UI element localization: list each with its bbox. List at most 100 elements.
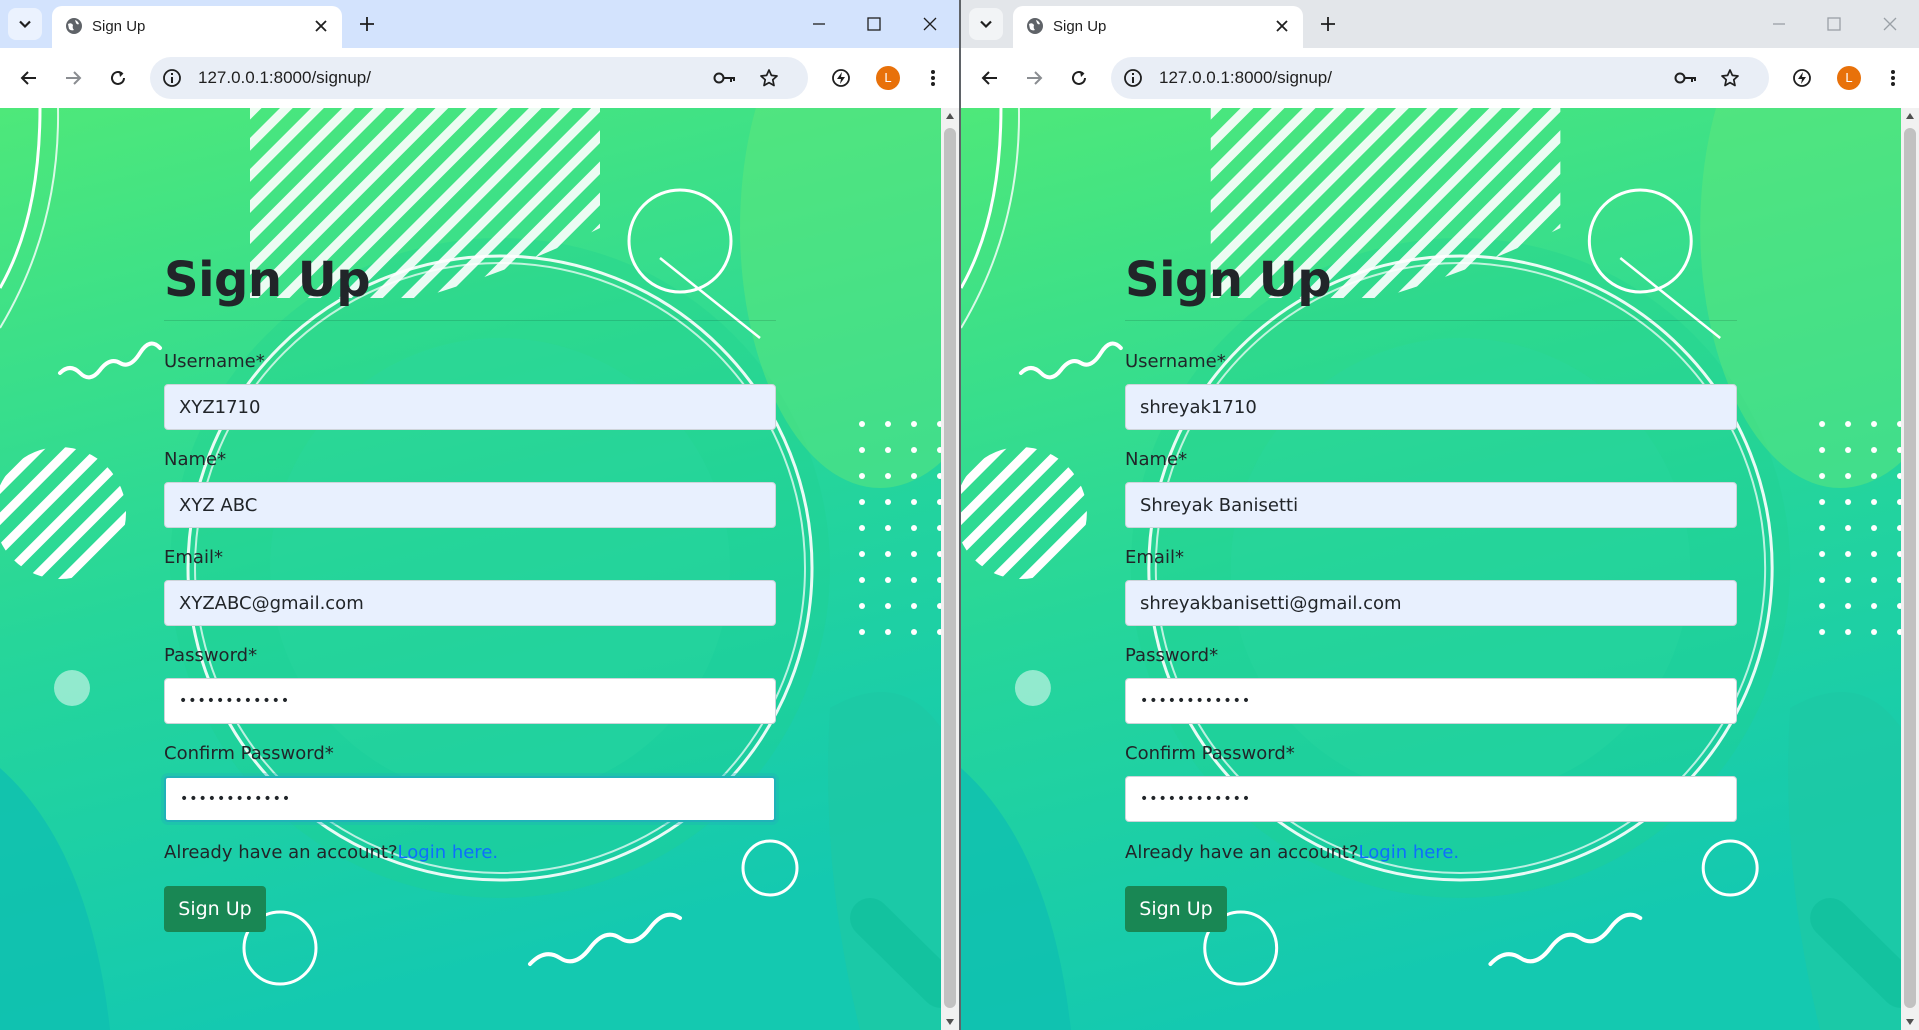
performance-button[interactable] [826,63,856,93]
back-arrow-icon [981,71,997,85]
close-icon [1276,20,1288,32]
minimize-button[interactable] [805,10,833,38]
password-manager-button[interactable] [1673,66,1699,90]
minimize-icon [813,23,825,25]
close-icon [315,20,327,32]
sign-up-button[interactable]: Sign Up [164,886,266,932]
password-input[interactable] [1125,678,1737,724]
username-label: Username* [164,351,265,372]
password-manager-button[interactable] [712,66,738,90]
close-window-button[interactable] [916,10,944,38]
close-window-button[interactable] [1876,10,1904,38]
password-key-icon [713,72,735,84]
login-prompt-text: Already have an account? [164,842,398,863]
password-input[interactable] [164,678,776,724]
kebab-menu-icon [1891,70,1895,86]
performance-icon [1793,69,1811,87]
email-input[interactable] [164,580,776,626]
tab-search-button[interactable] [8,8,42,40]
email-input[interactable] [1125,580,1737,626]
name-input[interactable] [164,482,776,528]
forward-button[interactable] [58,63,88,93]
tab-strip: Sign Up [0,0,959,48]
login-link[interactable]: Login here. [398,842,499,863]
new-tab-button[interactable] [1316,12,1340,36]
back-button[interactable] [14,63,44,93]
back-button[interactable] [975,63,1005,93]
browser-window-left: Sign Up 127.0.0.1:8000/signup/ L Sign Up… [0,0,959,1030]
address-bar[interactable]: 127.0.0.1:8000/signup/ [1111,57,1769,99]
site-info-icon[interactable] [162,68,182,88]
login-prompt: Already have an account?Login here. [164,840,776,866]
bookmark-button[interactable] [756,66,782,90]
reload-button[interactable] [1064,63,1094,93]
tab-strip: Sign Up [961,0,1919,48]
login-link[interactable]: Login here. [1359,842,1460,863]
signup-form: Sign Up Username* Name* Email* Password*… [1125,248,1737,932]
minimize-icon [1773,23,1785,25]
tab-sign-up[interactable]: Sign Up [52,6,342,48]
page-scrollbar[interactable] [1901,108,1919,1030]
plus-icon [360,17,374,31]
url-text: 127.0.0.1:8000/signup/ [198,68,371,87]
tab-close-button[interactable] [310,15,332,37]
maximize-icon [1827,17,1841,31]
password-key-icon [1674,72,1696,84]
username-input[interactable] [164,384,776,430]
scroll-thumb[interactable] [944,128,956,1008]
forward-arrow-icon [66,71,82,85]
new-tab-button[interactable] [355,12,379,36]
reload-icon [1072,70,1086,85]
username-input[interactable] [1125,384,1737,430]
scroll-down-arrow[interactable] [946,1019,954,1025]
scroll-thumb[interactable] [1904,128,1916,1008]
close-icon [923,17,937,31]
tab-sign-up[interactable]: Sign Up [1013,6,1303,48]
name-input[interactable] [1125,482,1737,528]
scroll-down-arrow[interactable] [1906,1019,1914,1025]
page-title: Sign Up [1125,252,1332,308]
tab-close-button[interactable] [1271,15,1293,37]
globe-favicon-icon [1027,18,1043,34]
scroll-up-arrow[interactable] [1906,113,1914,119]
confirm-password-input[interactable] [1125,776,1737,822]
scroll-up-arrow[interactable] [946,113,954,119]
reload-button[interactable] [103,63,133,93]
signup-form: Sign Up Username* Name* Email* Password*… [164,248,776,932]
maximize-button[interactable] [1820,10,1848,38]
site-info-icon[interactable] [1123,68,1143,88]
maximize-button[interactable] [860,10,888,38]
email-label: Email* [164,547,223,568]
confirm-password-input[interactable] [164,776,776,822]
minimize-button[interactable] [1765,10,1793,38]
performance-button[interactable] [1787,63,1817,93]
performance-icon [832,69,850,87]
page-scrollbar[interactable] [941,108,959,1030]
sign-up-button[interactable]: Sign Up [1125,886,1227,932]
confirm-password-label: Confirm Password* [164,743,334,764]
browser-menu-button[interactable] [1878,63,1908,93]
email-label: Email* [1125,547,1184,568]
password-label: Password* [1125,645,1219,666]
name-label: Name* [164,449,227,470]
bookmark-button[interactable] [1717,66,1743,90]
tab-search-button[interactable] [969,8,1003,40]
browser-menu-button[interactable] [918,63,948,93]
username-label: Username* [1125,351,1226,372]
forward-button[interactable] [1019,63,1049,93]
plus-icon [1321,17,1335,31]
profile-avatar[interactable]: L [876,66,900,90]
tab-title: Sign Up [1053,18,1107,35]
profile-avatar[interactable]: L [1837,66,1861,90]
tab-search-icon [19,20,31,29]
kebab-menu-icon [931,70,935,86]
url-text: 127.0.0.1:8000/signup/ [1159,68,1332,87]
browser-toolbar: 127.0.0.1:8000/signup/ L [0,48,959,109]
reload-icon [111,70,125,85]
page-viewport: Sign Up Username* Name* Email* Password*… [961,108,1901,1030]
maximize-icon [867,17,881,31]
back-arrow-icon [20,71,36,85]
address-bar[interactable]: 127.0.0.1:8000/signup/ [150,57,808,99]
close-icon [1883,17,1897,31]
login-prompt: Already have an account?Login here. [1125,840,1737,866]
